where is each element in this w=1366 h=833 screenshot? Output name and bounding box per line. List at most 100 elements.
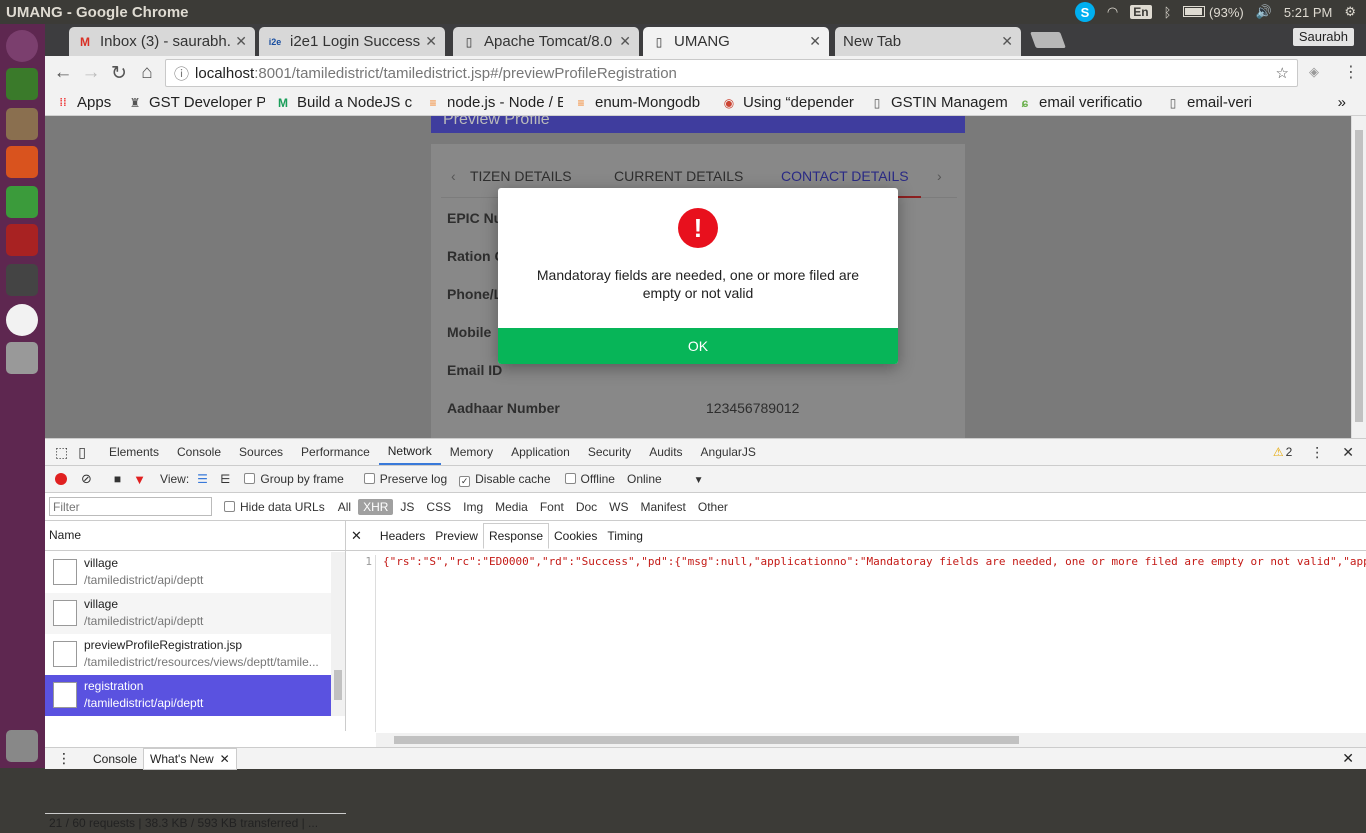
- filter-manifest[interactable]: Manifest: [636, 499, 691, 515]
- throttle-select[interactable]: Online ▼: [627, 472, 704, 486]
- response-body[interactable]: 1 {"rs":"S","rc":"ED0000","rd":"Success"…: [346, 552, 1366, 732]
- screenshot-icon[interactable]: ■: [114, 472, 121, 486]
- filter-doc[interactable]: Doc: [571, 499, 602, 515]
- info-icon[interactable]: ⓘ: [174, 63, 189, 84]
- large-rows-icon[interactable]: ☰: [197, 472, 208, 486]
- gear-icon[interactable]: ⚙: [1344, 4, 1356, 20]
- close-devtools-icon[interactable]: ✕: [1342, 444, 1354, 461]
- device-toolbar-icon[interactable]: ▯: [78, 444, 86, 461]
- more-bookmarks-icon[interactable]: »: [1338, 94, 1346, 111]
- detail-tab-timing[interactable]: Timing: [602, 529, 648, 543]
- close-tab-icon[interactable]: ✕: [619, 33, 631, 50]
- filter-icon[interactable]: ▼: [133, 472, 146, 487]
- drawer-tab-console[interactable]: Console: [87, 748, 143, 770]
- back-icon[interactable]: ←: [49, 62, 77, 84]
- bookmark-email-verification[interactable]: ɕ email verificatio: [1017, 94, 1155, 111]
- tab-umang[interactable]: ▯ UMANG ✕: [643, 27, 829, 56]
- request-row[interactable]: previewProfileRegistration.jsp /tamiledi…: [45, 634, 331, 675]
- page-scrollbar[interactable]: [1351, 116, 1366, 438]
- reload-icon[interactable]: ↻: [105, 62, 133, 85]
- filter-font[interactable]: Font: [535, 499, 569, 515]
- tabs-next-icon[interactable]: ›: [937, 168, 942, 184]
- bookmark-gstin[interactable]: ▯ GSTIN Managem: [869, 94, 1007, 111]
- filter-xhr[interactable]: XHR: [358, 498, 394, 515]
- bookmark-email-veri[interactable]: ▯ email-veri: [1165, 94, 1265, 111]
- warning-count[interactable]: 2: [1286, 445, 1293, 459]
- skype-icon[interactable]: S: [1074, 2, 1095, 22]
- disable-cache-toggle[interactable]: ✓ Disable cache: [459, 472, 551, 487]
- drawer-menu-icon[interactable]: ⋮: [57, 750, 71, 767]
- inspect-element-icon[interactable]: ⬚: [55, 444, 68, 461]
- close-tab-icon[interactable]: ✕: [220, 752, 230, 766]
- filter-ws[interactable]: WS: [604, 499, 633, 515]
- bookmark-nodejs[interactable]: M Build a NodeJS c: [275, 94, 415, 111]
- devtools-tab-audits[interactable]: Audits: [640, 439, 691, 465]
- request-list-scrollbar[interactable]: [331, 552, 345, 716]
- filter-css[interactable]: CSS: [421, 499, 456, 515]
- devtools-tab-performance[interactable]: Performance: [292, 439, 379, 465]
- record-icon[interactable]: [55, 473, 67, 485]
- devtools-tab-memory[interactable]: Memory: [441, 439, 502, 465]
- bluetooth-icon[interactable]: ᛒ: [1164, 5, 1172, 20]
- clock[interactable]: 5:21 PM: [1284, 5, 1332, 20]
- hide-data-urls-toggle[interactable]: Hide data URLs: [224, 500, 325, 514]
- name-column-header[interactable]: Name: [45, 521, 345, 551]
- bookmark-depender[interactable]: ◉ Using “depender: [721, 94, 859, 111]
- devtools-tab-network[interactable]: Network: [378, 439, 441, 465]
- close-tab-icon[interactable]: ✕: [425, 33, 437, 50]
- wifi-icon[interactable]: ◠: [1107, 4, 1118, 20]
- angular-extension-icon[interactable]: ◈: [1309, 64, 1319, 80]
- close-tab-icon[interactable]: ✕: [1001, 33, 1013, 50]
- filter-js[interactable]: JS: [395, 499, 419, 515]
- checkbox[interactable]: [564, 473, 576, 484]
- help-icon[interactable]: [6, 342, 38, 374]
- group-by-frame-toggle[interactable]: Group by frame: [244, 472, 344, 486]
- files-icon[interactable]: [6, 108, 38, 140]
- devtools-tab-security[interactable]: Security: [579, 439, 640, 465]
- scrollbar-thumb[interactable]: [394, 736, 1019, 744]
- android-studio-icon[interactable]: [6, 68, 38, 100]
- preserve-log-toggle[interactable]: Preserve log: [363, 472, 447, 486]
- ok-button[interactable]: OK: [498, 328, 898, 364]
- tab-new-tab[interactable]: New Tab ✕: [835, 27, 1021, 56]
- volume-icon[interactable]: 🔊: [1256, 4, 1272, 20]
- overview-icon[interactable]: ⋿: [220, 472, 230, 486]
- forward-icon[interactable]: →: [77, 62, 105, 84]
- checkbox[interactable]: [224, 500, 235, 512]
- devtools-tab-angularjs[interactable]: AngularJS: [692, 439, 765, 465]
- devtools-tab-console[interactable]: Console: [168, 439, 230, 465]
- tab-current-details[interactable]: CURRENT DETAILS: [614, 168, 743, 184]
- request-row[interactable]: village /tamiledistrict/api/deptt: [45, 552, 331, 593]
- detail-tab-preview[interactable]: Preview: [430, 529, 483, 543]
- devtools-tab-application[interactable]: Application: [502, 439, 579, 465]
- devtools-tab-elements[interactable]: Elements: [100, 439, 168, 465]
- response-hscrollbar[interactable]: [376, 733, 1366, 747]
- filter-all[interactable]: All: [333, 499, 356, 515]
- new-tab-button[interactable]: [1030, 32, 1066, 48]
- bookmark-gst[interactable]: ♜ GST Developer P: [127, 94, 265, 111]
- tab-contact-details[interactable]: CONTACT DETAILS: [781, 168, 909, 184]
- scrollbar-thumb[interactable]: [334, 670, 342, 700]
- address-bar[interactable]: ⓘ localhost:8001/tamiledistrict/tamiledi…: [165, 59, 1298, 87]
- home-icon[interactable]: ⌂: [133, 62, 161, 84]
- close-tab-icon[interactable]: ✕: [809, 33, 821, 50]
- sublime-text-icon[interactable]: [6, 264, 38, 296]
- bookmark-enum[interactable]: ≡ enum-Mongodb: [573, 94, 711, 111]
- bookmark-apps[interactable]: ⁞⁞ Apps: [55, 94, 117, 111]
- request-row-selected[interactable]: registration /tamiledistrict/api/deptt: [45, 675, 331, 716]
- bookmark-star-icon[interactable]: ☆: [1276, 64, 1289, 82]
- detail-tab-cookies[interactable]: Cookies: [549, 529, 602, 543]
- filter-input[interactable]: [49, 497, 212, 516]
- tab-i2e1[interactable]: i2e i2e1 Login Success! ✕: [259, 27, 445, 56]
- filter-img[interactable]: Img: [458, 499, 488, 515]
- checkbox[interactable]: [244, 473, 256, 484]
- filter-media[interactable]: Media: [490, 499, 533, 515]
- profile-button[interactable]: Saurabh: [1292, 28, 1354, 46]
- close-drawer-icon[interactable]: ✕: [1342, 750, 1354, 767]
- close-detail-icon[interactable]: ✕: [346, 528, 367, 544]
- text-editor-icon[interactable]: [6, 146, 38, 178]
- trash-icon[interactable]: [6, 730, 38, 762]
- bookmark-node-so[interactable]: ≡ node.js - Node / E: [425, 94, 563, 111]
- spreadsheet-icon[interactable]: [6, 186, 38, 218]
- tab-citizen-details[interactable]: TIZEN DETAILS: [470, 168, 572, 184]
